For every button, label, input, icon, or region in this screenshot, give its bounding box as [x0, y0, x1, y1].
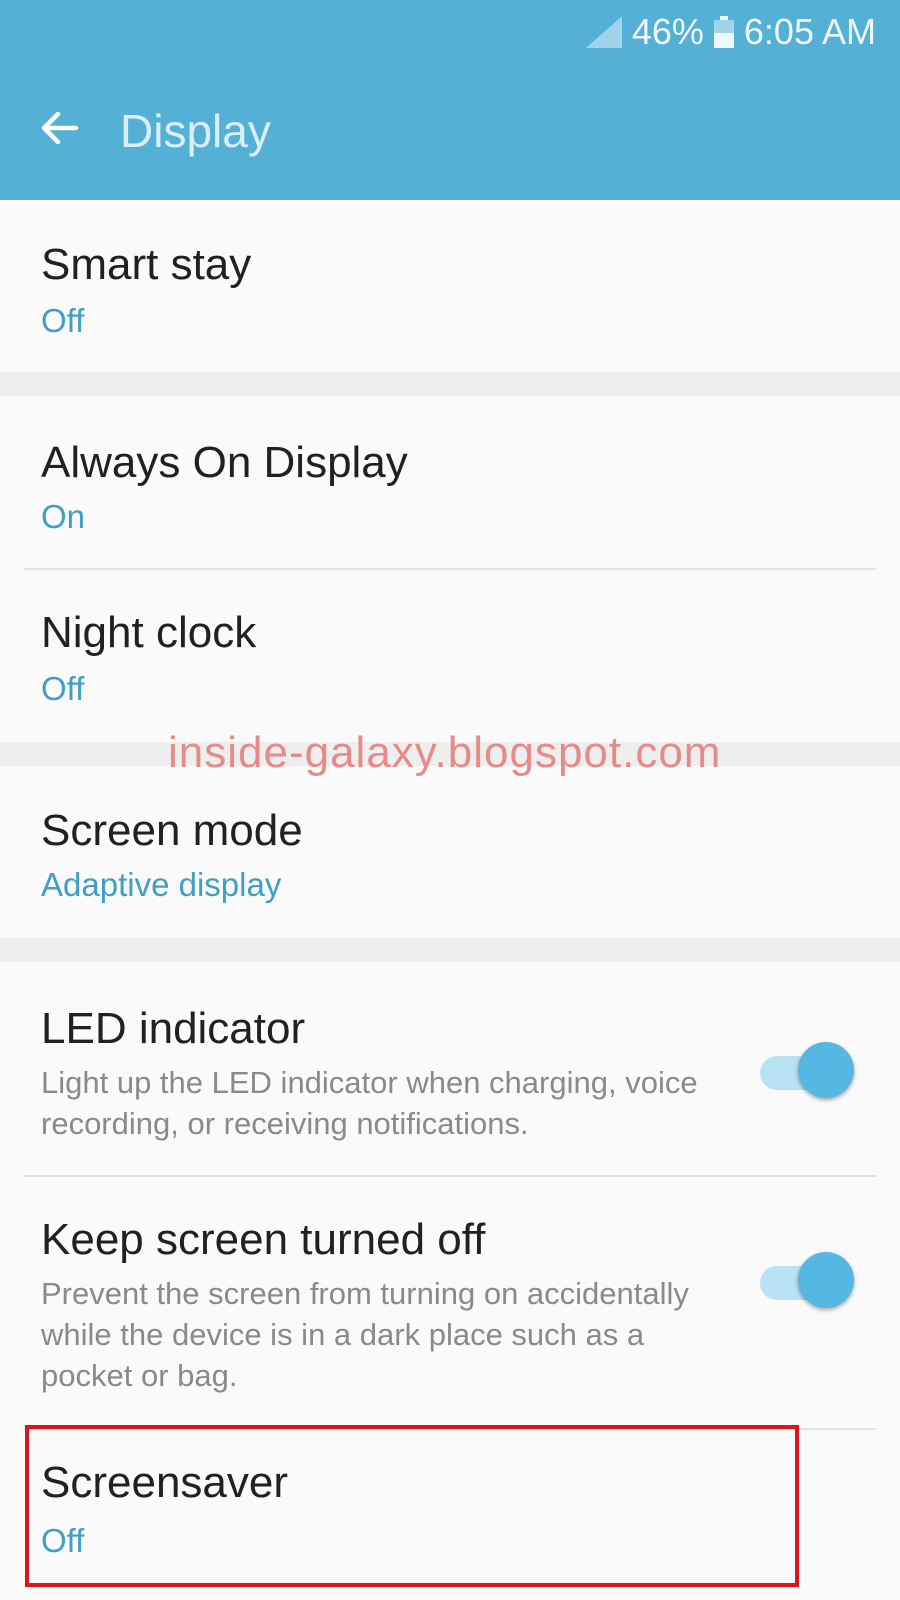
item-description: Light up the LED indicator when charging… [41, 1065, 698, 1141]
item-value: Off [41, 670, 85, 707]
keep-screen-off-toggle[interactable] [760, 1252, 856, 1312]
item-title: Night clock [41, 608, 257, 657]
toggle-thumb [798, 1252, 854, 1308]
section-always-on: Always On Display On Night clock Off [0, 396, 900, 742]
clock: 6:05 AM [743, 11, 876, 52]
signal-icon [585, 16, 622, 48]
night-clock-item[interactable]: Night clock Off [0, 570, 900, 742]
smart-stay-item[interactable]: Smart stay Off [0, 200, 900, 372]
always-on-display-item[interactable]: Always On Display On [0, 396, 900, 570]
battery-icon [713, 16, 734, 48]
item-description: Prevent the screen from turning on accid… [41, 1276, 689, 1393]
item-value: Off [41, 302, 85, 339]
section-gap [0, 938, 900, 962]
section-gap [0, 372, 900, 396]
item-value: On [41, 498, 86, 535]
page-title: Display [120, 105, 271, 157]
item-title: Keep screen turned off [41, 1215, 486, 1264]
watermark: inside-galaxy.blogspot.com [168, 728, 722, 777]
status-bar: 46% 6:05 AM [585, 10, 876, 54]
battery-level: 46% [631, 11, 704, 52]
item-value: Adaptive display [41, 866, 282, 903]
item-title: LED indicator [41, 1004, 306, 1053]
arrow-left-icon[interactable] [36, 104, 84, 152]
screen-mode-item[interactable]: Screen mode Adaptive display [0, 766, 900, 938]
item-title: Screen mode [41, 806, 303, 855]
highlight-box [25, 1425, 799, 1587]
keep-screen-off-item[interactable]: Keep screen turned off Prevent the scree… [0, 1177, 900, 1393]
item-title: Smart stay [41, 240, 252, 289]
item-title: Always On Display [41, 438, 408, 487]
toggle-thumb [798, 1042, 854, 1098]
section-smart-stay: Smart stay Off [0, 200, 900, 372]
app-bar: 46% 6:05 AM Display [0, 0, 900, 200]
section-screen-mode: Screen mode Adaptive display [0, 766, 900, 938]
led-indicator-item[interactable]: LED indicator Light up the LED indicator… [0, 962, 900, 1176]
led-indicator-toggle[interactable] [760, 1042, 856, 1102]
